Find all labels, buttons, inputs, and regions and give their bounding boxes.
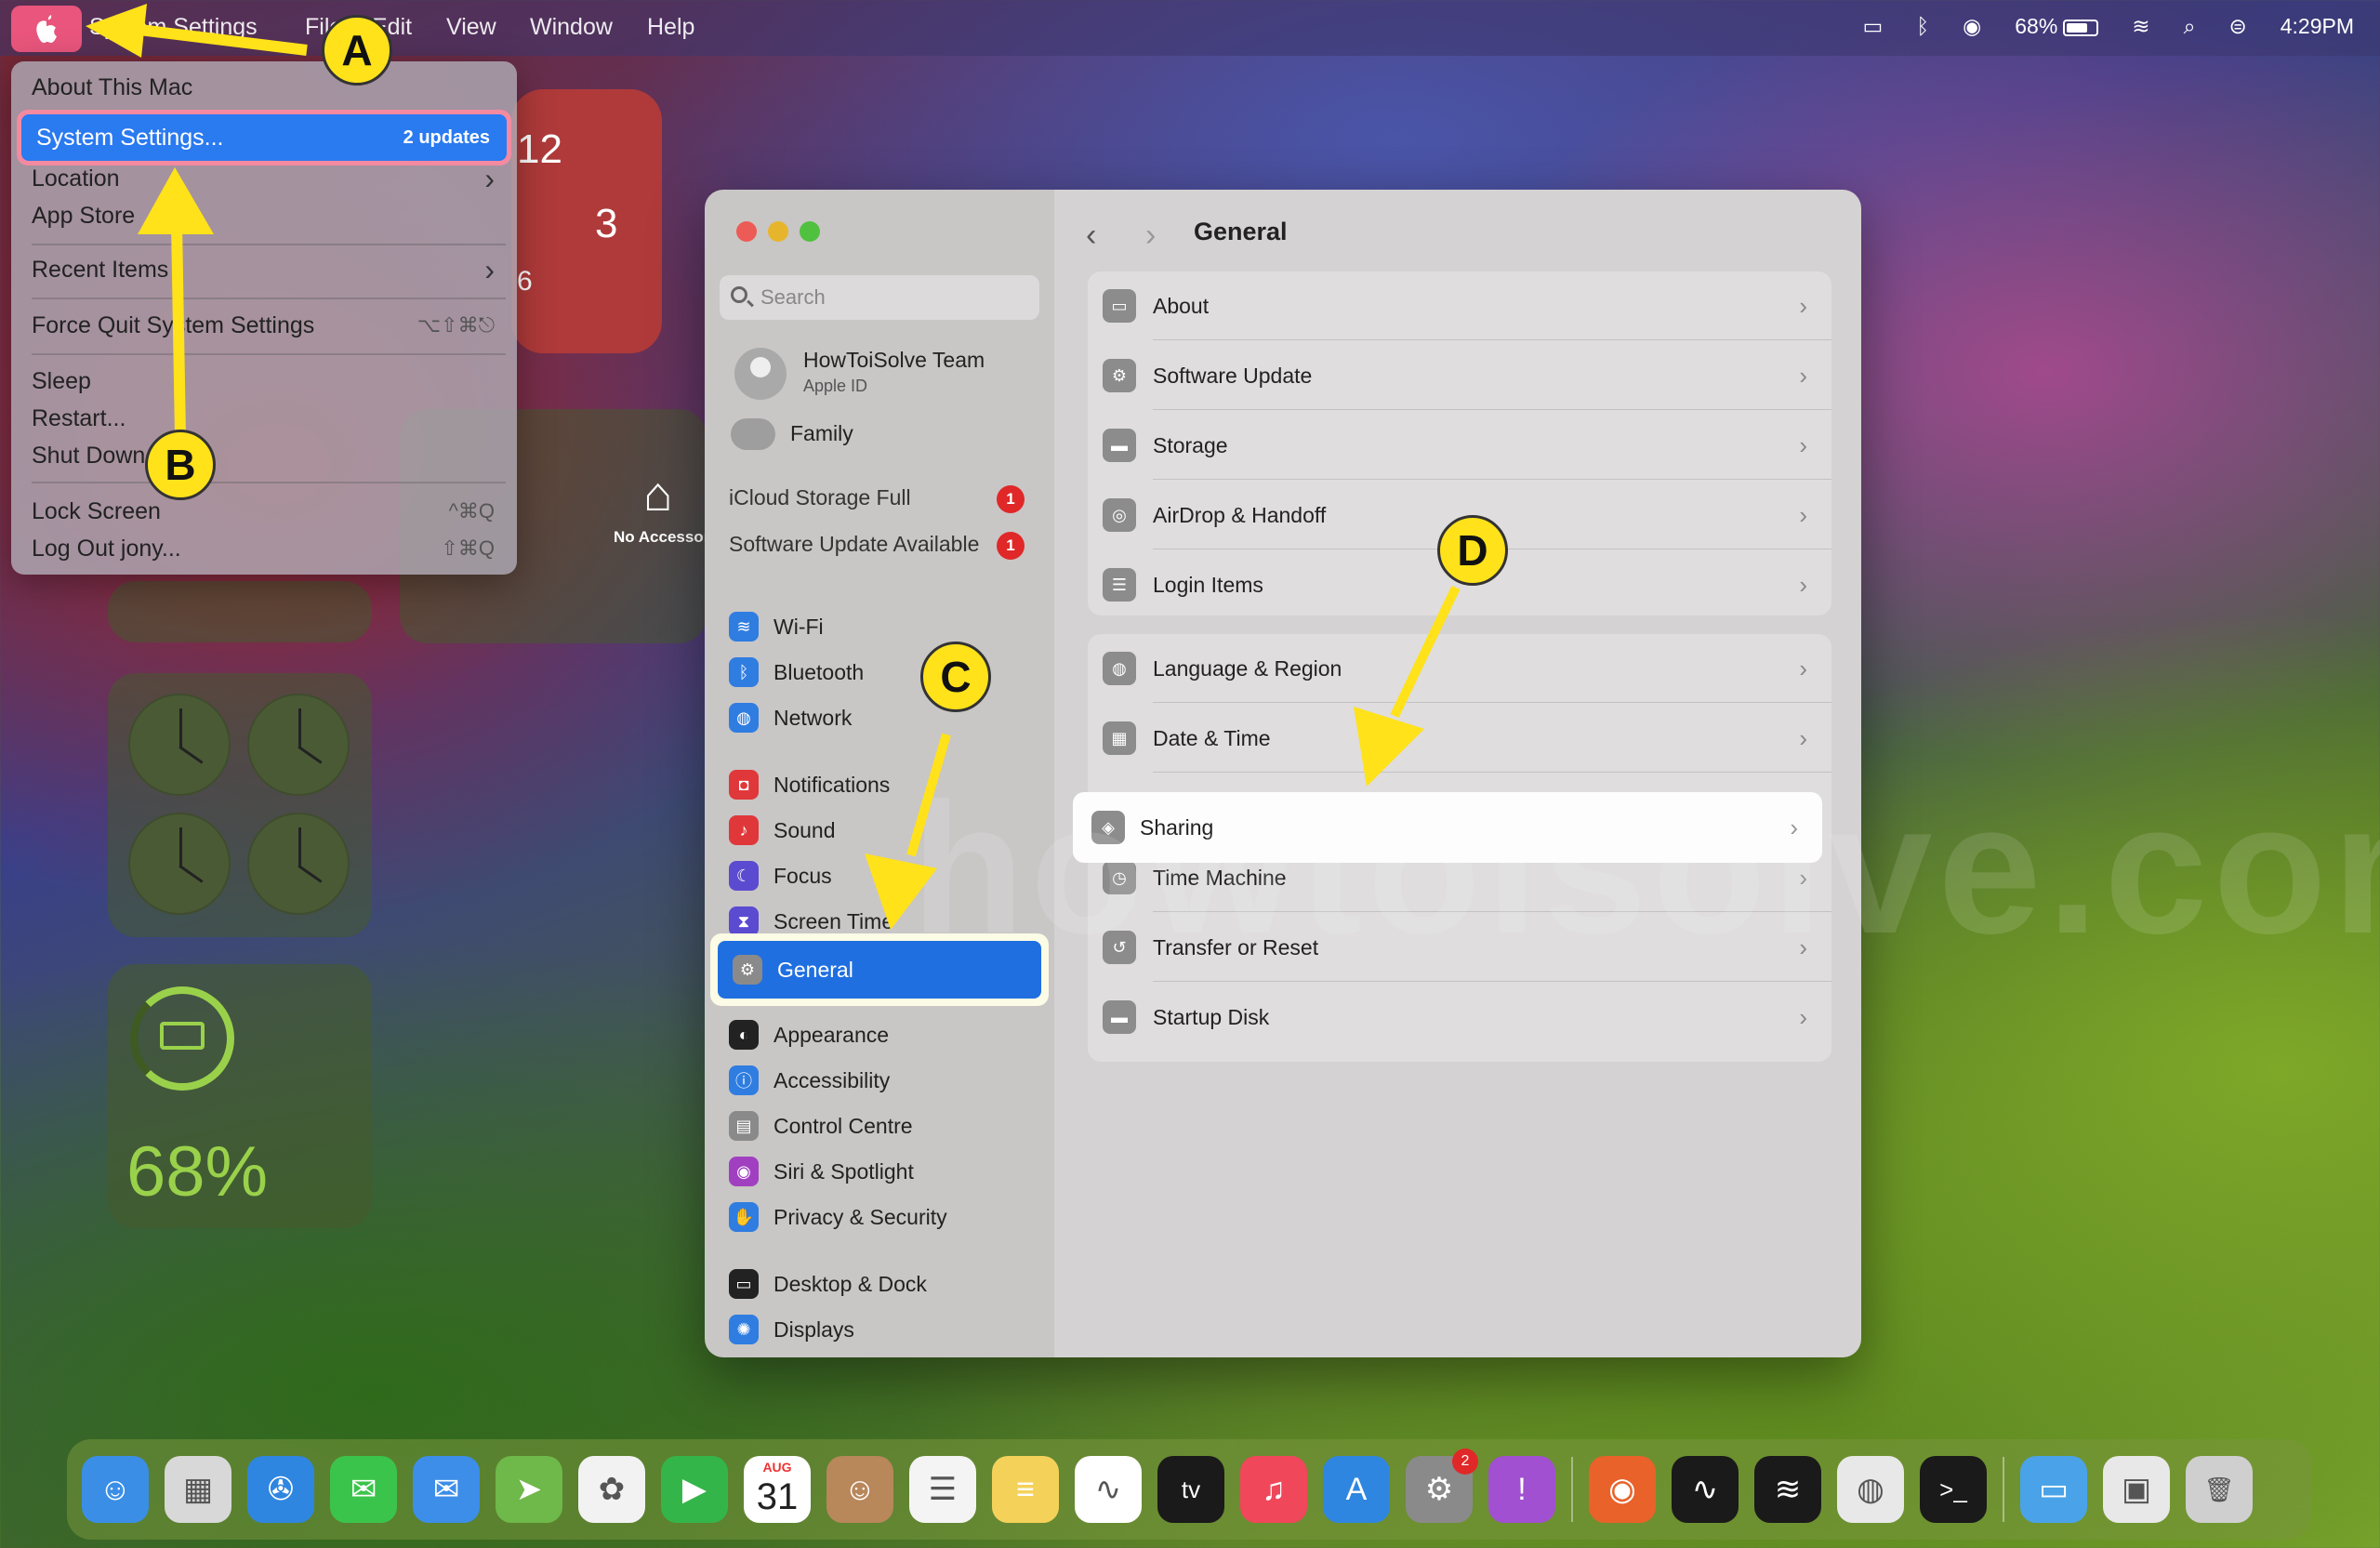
dock-mail-icon[interactable]: ✉ <box>413 1456 480 1523</box>
callout-b: B <box>145 430 216 500</box>
dock-glyph: ✿ <box>598 1472 626 1507</box>
dock-feedback-icon[interactable]: ! <box>1488 1456 1555 1523</box>
annotation-arrows <box>86 4 1461 930</box>
dock-terminal-icon[interactable]: >_ <box>1920 1456 1987 1523</box>
dock-glyph: ◍ <box>1857 1472 1884 1507</box>
dock-glyph: ▦ <box>182 1472 214 1507</box>
arrowhead-c <box>865 853 937 930</box>
dock-launchpad-icon[interactable]: ▦ <box>165 1456 231 1523</box>
dock-glyph: >_ <box>1939 1475 1967 1503</box>
callout-c: C <box>920 642 991 712</box>
dock-glyph: ♫ <box>1262 1471 1286 1507</box>
dock-safari-icon[interactable]: ✇ <box>247 1456 314 1523</box>
dock-glyph: ∿ <box>1691 1472 1719 1507</box>
dock-finder-icon[interactable]: ☺ <box>82 1456 149 1523</box>
dock-firefox-icon[interactable]: ◉ <box>1589 1456 1656 1523</box>
dock-glyph: 🗑 <box>2203 1475 2235 1503</box>
dock-photos-icon[interactable]: ✿ <box>578 1456 645 1523</box>
arrow-c <box>906 733 951 857</box>
dock-calendar-icon[interactable]: AUG 31 <box>744 1456 811 1523</box>
dock-app-store-icon[interactable]: A <box>1323 1456 1390 1523</box>
dock-trash-icon[interactable]: 🗑 <box>2186 1456 2253 1523</box>
dock-contacts-icon[interactable]: ☺ <box>826 1456 893 1523</box>
dock-facetime-icon[interactable]: ▶ <box>661 1456 728 1523</box>
callout-a: A <box>322 15 392 86</box>
dock-glyph: tv <box>1181 1475 1201 1503</box>
dock-glyph: A <box>1345 1471 1368 1507</box>
dock-voice-memos-icon[interactable]: ≋ <box>1754 1456 1821 1523</box>
dock-glyph: ✉ <box>432 1472 460 1507</box>
calendar-month: AUG <box>762 1460 792 1475</box>
dock-preview-icon[interactable]: ▣ <box>2103 1456 2170 1523</box>
arrow-d <box>1390 585 1461 719</box>
arrowhead-d <box>1354 707 1424 787</box>
dock-glyph: ∿ <box>1094 1472 1122 1507</box>
dock-glyph: ▶ <box>681 1472 707 1507</box>
arrow-b <box>171 222 186 438</box>
callout-d: D <box>1437 515 1508 586</box>
arrowhead-b <box>138 167 214 234</box>
dock-chrome-icon[interactable]: ◍ <box>1837 1456 1904 1523</box>
dock-folder-icon[interactable]: ▭ <box>2020 1456 2087 1523</box>
dock-music-icon[interactable]: ♫ <box>1240 1456 1307 1523</box>
dock-glyph: ☺ <box>99 1471 132 1507</box>
arrowhead-a <box>86 4 147 58</box>
dock-glyph: ≡ <box>1016 1471 1035 1507</box>
dock-glyph: ▭ <box>2038 1472 2069 1507</box>
dock: ☺ ▦ ✇ ✉ ✉ ➤ ✿ ▶ AUG 31 ☺ ☰ ≡ ∿ tv ♫ A ⚙ 2! ◉ ∿ ≋ ◍ >_ ▭ ▣ 🗑 <box>67 1439 2311 1540</box>
dock-glyph: ◉ <box>1608 1472 1636 1507</box>
dock-glyph: ✇ <box>267 1472 295 1507</box>
dock-system-settings-icon[interactable]: ⚙ 2 <box>1406 1449 1478 1523</box>
dock-glyph: ➤ <box>515 1472 543 1507</box>
dock-badge: 2 <box>1452 1449 1478 1475</box>
calendar-day: 31 <box>756 1476 799 1517</box>
dock-glyph: ▣ <box>2121 1472 2152 1507</box>
dock-glyph: ! <box>1517 1471 1527 1507</box>
dock-activity-monitor-icon[interactable]: ∿ <box>1672 1456 1739 1523</box>
arrow-a <box>139 24 308 56</box>
dock-glyph: ≋ <box>1774 1472 1802 1507</box>
dock-reminders-icon[interactable]: ☰ <box>909 1456 976 1523</box>
dock-maps-icon[interactable]: ➤ <box>496 1456 562 1523</box>
dock-messages-icon[interactable]: ✉ <box>330 1456 397 1523</box>
dock-separator <box>1571 1457 1573 1522</box>
dock-glyph: ☰ <box>928 1472 958 1507</box>
dock-freeform-icon[interactable]: ∿ <box>1075 1456 1142 1523</box>
dock-glyph: ☺ <box>843 1471 877 1507</box>
dock-separator <box>2003 1457 2004 1522</box>
dock-notes-icon[interactable]: ≡ <box>992 1456 1059 1523</box>
dock-glyph: ✉ <box>350 1472 377 1507</box>
dock-apple-tv-icon[interactable]: tv <box>1157 1456 1224 1523</box>
dock-glyph: ⚙ <box>1424 1472 1454 1507</box>
